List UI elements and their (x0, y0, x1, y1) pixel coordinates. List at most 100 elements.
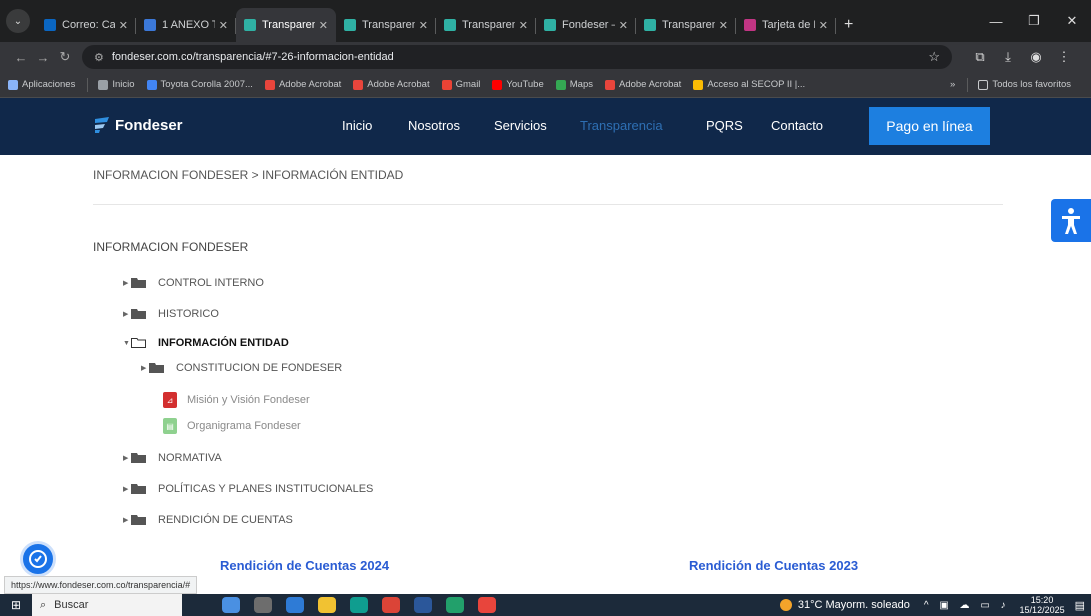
forward-icon[interactable]: → (32, 50, 54, 65)
nav-nosotros[interactable]: Nosotros (408, 118, 460, 133)
breadcrumb: INFORMACION FONDESER > INFORMACIÓN ENTID… (93, 168, 404, 182)
accessibility-button[interactable] (1051, 199, 1091, 242)
profile-icon[interactable]: ◉ (1022, 49, 1050, 65)
bookmark-item[interactable]: YouTube (492, 79, 544, 90)
tab-title: Tarjeta de Er (762, 19, 815, 31)
taskbar-clock[interactable]: 15:20 15/12/2025 (1020, 595, 1065, 615)
bookmark-favicon-icon (264, 79, 275, 90)
bookmark-item[interactable]: Inicio (98, 79, 135, 90)
browser-tab[interactable]: Transparenci ✕ (236, 8, 336, 42)
bookmark-star-icon[interactable]: ☆ (928, 49, 940, 65)
tab-close-icon[interactable]: ✕ (819, 19, 828, 32)
all-bookmarks-label: Todos los favoritos (992, 79, 1071, 90)
close-window-icon[interactable]: ✕ (1053, 13, 1091, 29)
bookmark-label: Inicio (112, 79, 135, 90)
tree-item-rendicion[interactable]: ▶ RENDICIÓN DE CUENTAS (123, 514, 293, 526)
download-icon[interactable]: ⤓ (994, 49, 1022, 65)
browser-tab[interactable]: Fondeser – F ✕ (536, 8, 636, 42)
nav-servicios[interactable]: Servicios (494, 118, 547, 133)
nav-contacto[interactable]: Contacto (771, 118, 823, 133)
tab-close-icon[interactable]: ✕ (419, 19, 428, 32)
pago-en-linea-button[interactable]: Pago en línea (869, 107, 990, 145)
bookmark-item[interactable]: Adobe Acrobat (605, 79, 681, 90)
site-logo[interactable]: Fondeser (93, 116, 183, 134)
edge-icon[interactable] (350, 597, 368, 613)
taskbar-search[interactable]: ⌕ Buscar (32, 594, 182, 616)
widgets-icon[interactable] (286, 597, 304, 613)
browser-tab[interactable]: Tarjeta de Er ✕ (736, 8, 836, 42)
link-rendicion-2023[interactable]: Rendición de Cuentas 2023 (689, 558, 858, 573)
file-mision-vision[interactable]: ⊿ Misión y Visión Fondeser (163, 392, 310, 408)
chrome-icon[interactable] (382, 597, 400, 613)
chrome-profile-icon[interactable] (478, 597, 496, 613)
nav-inicio[interactable]: Inicio (342, 118, 372, 133)
nav-transparencia[interactable]: Transparencia (580, 118, 663, 133)
bookmark-item[interactable]: Acceso al SECOP II |... (693, 79, 805, 90)
tab-close-icon[interactable]: ✕ (519, 19, 528, 32)
tab-title: Transparenc (362, 19, 415, 31)
tab-search-icon[interactable]: ⌄ (6, 9, 30, 33)
bookmark-item[interactable]: Adobe Acrobat (353, 79, 430, 90)
clock-time: 15:20 (1030, 595, 1054, 605)
minimize-icon[interactable]: — (977, 14, 1015, 29)
all-bookmarks-folder[interactable]: Todos los favoritos (978, 79, 1071, 90)
bookmark-item[interactable]: Gmail (441, 79, 480, 90)
bookmark-item[interactable]: Maps (555, 79, 593, 90)
folder-icon (131, 484, 146, 494)
site-info-icon[interactable]: ⚙ (94, 51, 104, 64)
window-controls: — ❐ ✕ (977, 0, 1091, 42)
browser-tab[interactable]: 1 ANEXO TE ✕ (136, 8, 236, 42)
restore-icon[interactable]: ❐ (1015, 13, 1053, 29)
file-explorer-icon[interactable] (318, 597, 336, 613)
new-tab-button[interactable]: + (844, 16, 853, 34)
bookmark-item[interactable]: Aplicaciones (8, 79, 75, 90)
back-icon[interactable]: ← (10, 50, 32, 65)
browser-tab[interactable]: Correo: Carlo ✕ (36, 8, 136, 42)
browser-tab[interactable]: Transparenc ✕ (636, 8, 736, 42)
weather-sun-icon (779, 599, 792, 611)
expand-arrow-icon: ▶ (123, 517, 129, 524)
tree-item-politicas[interactable]: ▶ POLÍTICAS Y PLANES INSTITUCIONALES (123, 483, 373, 495)
bookmarks-bar: Aplicaciones Inicio Toyota Corolla 2007...… (0, 72, 1091, 98)
task-view-icon[interactable] (254, 597, 272, 613)
file-organigrama[interactable]: ▤ Organigrama Fondeser (163, 418, 301, 434)
tree-item-normativa[interactable]: ▶ NORMATIVA (123, 452, 222, 464)
bookmark-favicon-icon (146, 79, 157, 90)
clock-date: 15/12/2025 (1019, 605, 1065, 615)
weather-widget[interactable]: 31°C Mayorm. soleado (779, 599, 910, 611)
tab-close-icon[interactable]: ✕ (719, 19, 728, 32)
help-widget-button[interactable] (20, 541, 56, 577)
word-icon[interactable] (414, 597, 432, 613)
tree-item-informacion-entidad[interactable]: ▼ INFORMACIÓN ENTIDAD (123, 337, 289, 349)
windows-taskbar: ⊞ ⌕ Buscar 31°C Mayorm. soleado ^ ▣ ☁ ▭ … (0, 594, 1091, 616)
bookmark-item[interactable]: Adobe Acrobat (264, 79, 341, 90)
tab-close-icon[interactable]: ✕ (119, 19, 128, 32)
whatsapp-icon[interactable] (446, 597, 464, 613)
bookmark-item[interactable]: Toyota Corolla 2007... (146, 79, 253, 90)
tab-close-icon[interactable]: ✕ (319, 19, 328, 32)
bookmarks-more-button[interactable]: » (950, 79, 955, 90)
tab-favicon-icon (744, 19, 756, 31)
bookmark-label: Aplicaciones (22, 79, 76, 90)
tab-title: Transparenc (462, 19, 515, 31)
link-rendicion-2024[interactable]: Rendición de Cuentas 2024 (220, 558, 389, 573)
tab-close-icon[interactable]: ✕ (619, 19, 628, 32)
extensions-icon[interactable]: ⧉ (966, 49, 994, 65)
tray-icons[interactable]: ^ ▣ ☁ ▭ ♪ (924, 600, 1010, 611)
file-label: Organigrama Fondeser (187, 420, 301, 432)
browser-tab[interactable]: Transparenc ✕ (336, 8, 436, 42)
bookmark-label: Toyota Corolla 2007... (160, 79, 253, 90)
collapse-arrow-icon: ▼ (123, 339, 130, 347)
tab-close-icon[interactable]: ✕ (219, 19, 228, 32)
tree-item-constitucion[interactable]: ▶ CONSTITUCION DE FONDESER (141, 362, 342, 374)
address-bar[interactable]: ⚙ fondeser.com.co/transparencia/#7-26-in… (82, 45, 952, 69)
browser-tab[interactable]: Transparenc ✕ (436, 8, 536, 42)
reload-icon[interactable]: ↻ (54, 49, 76, 65)
windows-start-icon[interactable]: ⊞ (0, 598, 32, 612)
menu-icon[interactable]: ⋮ (1050, 49, 1078, 65)
notification-icon[interactable]: ▤ (1075, 599, 1085, 612)
tree-item-historico[interactable]: ▶ HISTORICO (123, 308, 219, 320)
tree-item-control-interno[interactable]: ▶ CONTROL INTERNO (123, 277, 264, 289)
copilot-icon[interactable] (222, 597, 240, 613)
nav-pqrs[interactable]: PQRS (706, 118, 743, 133)
